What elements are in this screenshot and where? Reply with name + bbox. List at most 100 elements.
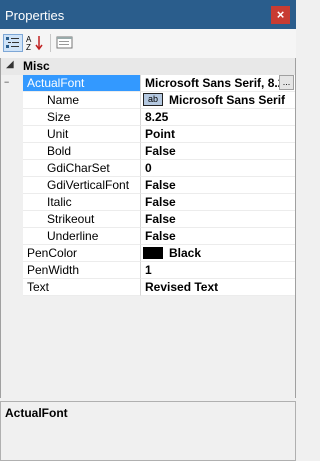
row-margin (1, 245, 23, 262)
row-margin (1, 109, 23, 126)
property-value[interactable]: ab Microsoft Sans Serif (141, 92, 295, 109)
property-row-unit[interactable]: Unit Point (1, 126, 295, 143)
row-margin (1, 228, 23, 245)
property-name-text: GdiVerticalFont (47, 178, 130, 192)
property-name[interactable]: PenColor (23, 245, 141, 262)
svg-text:Z: Z (26, 43, 31, 52)
property-row-name[interactable]: Name ab Microsoft Sans Serif (1, 92, 295, 109)
category-label: Misc (23, 59, 50, 73)
property-value[interactable]: Revised Text (141, 279, 295, 296)
property-row-actualfont[interactable]: − ActualFont Microsoft Sans Serif, 8.2..… (1, 75, 295, 92)
property-value-text: Point (145, 127, 175, 141)
property-value-text: 8.25 (145, 110, 169, 124)
property-value[interactable]: Microsoft Sans Serif, 8.2... ... (141, 75, 295, 92)
property-name[interactable]: GdiVerticalFont (23, 177, 141, 194)
property-row-italic[interactable]: Italic False (1, 194, 295, 211)
property-row-size[interactable]: Size 8.25 (1, 109, 295, 126)
title-bar: Properties × (0, 0, 296, 29)
property-name[interactable]: Bold (23, 143, 141, 160)
property-value[interactable]: Black (141, 245, 295, 262)
description-title: ActualFont (5, 406, 68, 420)
row-margin (1, 262, 23, 279)
property-value[interactable]: False (141, 177, 295, 194)
property-value-text: False (145, 178, 176, 192)
property-row-text[interactable]: Text Revised Text (1, 279, 295, 296)
row-margin (1, 92, 23, 109)
property-row-gdiverticalfont[interactable]: GdiVerticalFont False (1, 177, 295, 194)
property-name-text: PenWidth (27, 263, 80, 277)
property-row-pencolor[interactable]: PenColor Black (1, 245, 295, 262)
property-value[interactable]: Point (141, 126, 295, 143)
property-value-text: Revised Text (145, 280, 219, 294)
property-name-text: Name (47, 93, 80, 107)
property-value[interactable]: 0 (141, 160, 295, 177)
property-name[interactable]: Underline (23, 228, 141, 245)
category-row-misc[interactable]: ◢ Misc (1, 58, 295, 75)
description-panel: ActualFont (0, 401, 296, 461)
property-value[interactable]: False (141, 143, 295, 160)
close-button[interactable]: × (271, 6, 290, 24)
property-value-text: False (145, 229, 176, 243)
property-value-text: Microsoft Sans Serif (169, 93, 286, 107)
toolbar-separator (50, 34, 51, 52)
property-value-text: 1 (145, 263, 152, 277)
property-name-text: Text (27, 280, 50, 294)
property-value-text: False (145, 144, 176, 158)
property-value[interactable]: 1 (141, 262, 295, 279)
property-value[interactable]: False (141, 194, 295, 211)
categorized-view-button[interactable] (3, 34, 23, 52)
font-preview-icon: ab (143, 93, 163, 106)
property-pages-icon (56, 36, 73, 49)
property-grid: ◢ Misc − ActualFont Microsoft Sans Serif… (0, 58, 296, 398)
property-name-text: Strikeout (47, 212, 95, 226)
toolbar: A Z (0, 29, 296, 59)
property-pages-button[interactable] (55, 34, 75, 52)
property-row-bold[interactable]: Bold False (1, 143, 295, 160)
property-row-penwidth[interactable]: PenWidth 1 (1, 262, 295, 279)
property-value-text: 0 (145, 161, 152, 175)
expander-icon[interactable]: − (4, 77, 9, 87)
property-name-text: Bold (47, 144, 72, 158)
property-name-text: Italic (47, 195, 72, 209)
row-margin (1, 160, 23, 177)
property-name-text: PenColor (27, 246, 78, 260)
row-margin (1, 177, 23, 194)
property-row-underline[interactable]: Underline False (1, 228, 295, 245)
property-row-strikeout[interactable]: Strikeout False (1, 211, 295, 228)
property-name-text: Size (47, 110, 71, 124)
collapse-toggle-icon[interactable]: ◢ (6, 59, 14, 70)
property-name[interactable]: PenWidth (23, 262, 141, 279)
property-name[interactable]: Text (23, 279, 141, 296)
property-name[interactable]: ActualFont (23, 75, 141, 92)
property-name[interactable]: Size (23, 109, 141, 126)
property-value-text: Microsoft Sans Serif, 8.2... (145, 76, 295, 90)
property-name[interactable]: GdiCharSet (23, 160, 141, 177)
row-margin: − (1, 75, 23, 92)
property-value[interactable]: False (141, 228, 295, 245)
property-name[interactable]: Unit (23, 126, 141, 143)
property-value-text: False (145, 212, 176, 226)
categorized-view-icon (6, 37, 19, 48)
row-margin (1, 194, 23, 211)
property-name-text: Underline (47, 229, 99, 243)
row-margin (1, 279, 23, 296)
ellipsis-button[interactable]: ... (279, 75, 294, 90)
alphabetical-sort-icon: A Z (26, 35, 43, 52)
property-name[interactable]: Italic (23, 194, 141, 211)
row-margin (1, 211, 23, 228)
property-value[interactable]: 8.25 (141, 109, 295, 126)
property-row-gdicharset[interactable]: GdiCharSet 0 (1, 160, 295, 177)
row-margin (1, 126, 23, 143)
property-value[interactable]: False (141, 211, 295, 228)
property-name[interactable]: Name (23, 92, 141, 109)
property-value-text: False (145, 195, 176, 209)
property-value-text: Black (169, 246, 202, 260)
property-name-text: ActualFont (27, 76, 85, 90)
window-title: Properties (5, 8, 65, 23)
color-swatch-icon (143, 247, 163, 259)
property-name-text: Unit (47, 127, 69, 141)
property-name[interactable]: Strikeout (23, 211, 141, 228)
row-margin (1, 143, 23, 160)
alphabetical-sort-button[interactable]: A Z (25, 34, 45, 52)
property-name-text: GdiCharSet (47, 161, 110, 175)
